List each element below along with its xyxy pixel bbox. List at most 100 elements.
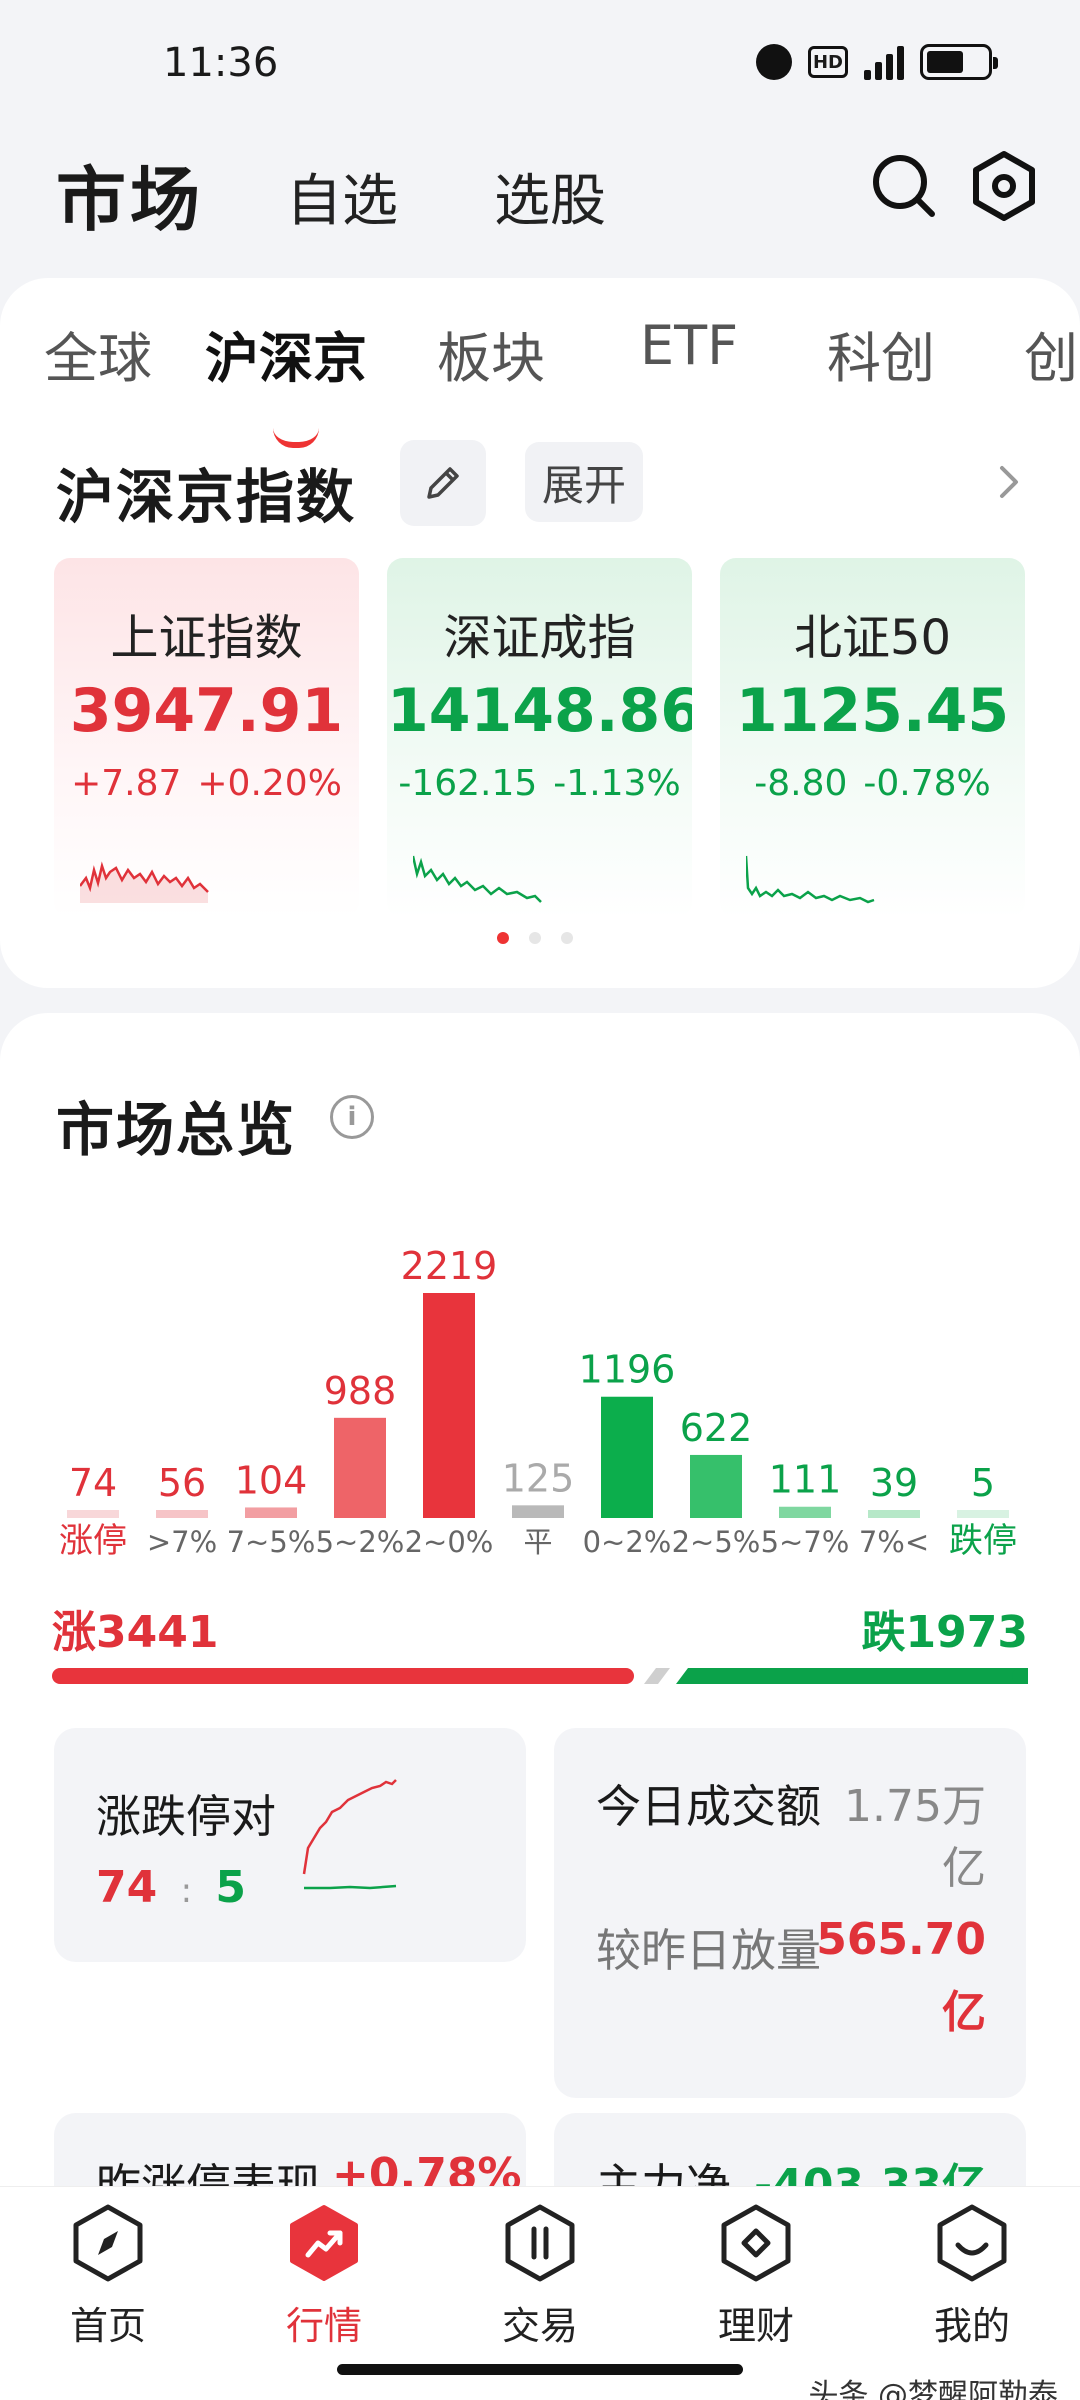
nav-label: 我的 [933,2304,1010,2348]
expand-button[interactable]: 展开 [525,442,643,522]
distribution-bar [868,1510,920,1518]
home-compass-icon [73,2204,143,2282]
index-name: 深证成指 [443,610,636,666]
bar-category-label: >7% [147,1525,217,1559]
nav-trade[interactable]: 交易 [470,2203,610,2350]
alarm-icon [756,44,792,80]
index-change-points: -8.80 [754,763,848,804]
carousel-dot[interactable] [561,932,573,944]
distribution-bar [957,1510,1009,1518]
distribution-bar [601,1396,653,1518]
limit-separator: : [180,1871,193,1911]
index-change: -162.15 -1.13% [387,763,692,804]
status-icons: HD [756,44,998,80]
bar-category-label: 7~5% [227,1525,316,1559]
index-card-shanghai[interactable]: 上证指数 3947.91 +7.87 +0.20% [54,558,359,918]
index-card-bse50[interactable]: 北证50 1125.45 -8.80 -0.78% [720,558,1025,918]
carousel-dot[interactable] [497,932,509,944]
nav-market[interactable]: 行情 [254,2203,394,2350]
bar-category-label: 2~5% [672,1525,761,1559]
bar-category-label: 涨停 [59,1521,127,1561]
index-sparkline [413,855,542,903]
bar-value-label: 39 [870,1461,918,1505]
market-subtabs: 全球 沪深京 板块 ETF 科创 创 [0,314,1080,448]
distribution-bar [779,1506,831,1518]
distribution-bar [690,1454,742,1518]
turnover-tile[interactable]: 今日成交额 1.75万 亿 较昨日放量 565.70 亿 [554,1728,1026,2098]
subtab-star-market[interactable]: 科创 [827,314,935,393]
rise-count-label: 涨3441 [52,1607,219,1658]
subtab-sectors[interactable]: 板块 [437,314,545,393]
bar-value-label: 111 [769,1458,842,1502]
tile-subtitle: 较昨日放量 [596,1924,822,1977]
rise-fall-ratio-bar [52,1668,1028,1684]
index-change-points: -162.15 [398,763,538,804]
nav-profile[interactable]: 我的 [902,2203,1042,2350]
subtab-hushenjing[interactable]: 沪深京 [205,314,367,393]
hd-icon: HD [808,46,848,78]
volume-change-value: 565.70 [816,1914,986,1965]
index-change: +7.87 +0.20% [54,763,359,804]
bar-value-label: 5 [971,1461,995,1505]
limit-up-count: 74 [96,1862,158,1913]
index-name: 上证指数 [110,610,303,666]
distribution-bar [67,1510,119,1518]
index-value: 3947.91 [69,676,344,746]
nav-wealth[interactable]: 理财 [686,2203,826,2350]
bar-category-label: 2~0% [405,1525,494,1559]
bar-value-label: 988 [324,1369,397,1413]
limit-down-count: 5 [215,1862,246,1913]
tile-title: 涨跌停对 [96,1790,277,1843]
settings-icon[interactable] [968,150,1040,222]
bar-value-label: 74 [69,1461,117,1505]
carousel-dot[interactable] [529,932,541,944]
page-title: 市场 [56,159,204,241]
watermark: 头条 @梦醒阿勒泰 [808,2378,1058,2400]
index-change: -8.80 -0.78% [720,763,1025,804]
index-change-percent: -1.13% [553,763,681,804]
index-sparkline [746,855,875,904]
limit-trend-mini-chart [302,1779,397,1890]
bar-category-label: 5~7% [761,1525,850,1559]
edit-indices-button[interactable] [400,440,486,526]
index-change-points: +7.87 [71,763,182,804]
index-change-percent: -0.78% [863,763,991,804]
home-indicator[interactable] [337,2364,743,2375]
indices-section-title: 沪深京指数 [56,463,357,531]
search-icon[interactable] [868,150,940,222]
limit-ratio: 74 : 5 [96,1862,246,1913]
carousel-dots [497,932,573,944]
bar-category-label: 0~2% [583,1525,672,1559]
distribution-bar [423,1293,475,1518]
bar-category-label: 5~2% [316,1525,405,1559]
index-name: 北证50 [793,610,952,666]
wealth-icon [721,2204,791,2282]
nav-home[interactable]: 首页 [38,2203,178,2350]
index-sparkline [80,861,209,903]
subtab-chinext[interactable]: 创 [1024,314,1078,393]
bar-value-label: 2219 [401,1244,498,1288]
bar-value-label: 56 [158,1461,206,1505]
indices-card: 全球 沪深京 板块 ETF 科创 创 沪深京指数 展开 上证指数 3947.91… [0,278,1080,988]
chevron-right-icon[interactable] [996,460,1024,504]
turnover-value: 1.75万 [844,1781,986,1832]
subtab-etf[interactable]: ETF [640,314,738,377]
active-tab-indicator [273,428,319,448]
distribution-bar [512,1505,564,1518]
index-card-shenzhen[interactable]: 深证成指 14148.86 -162.15 -1.13% [387,558,692,918]
bar-value-label: 125 [502,1456,575,1500]
subtab-global[interactable]: 全球 [44,314,152,393]
tab-watchlist[interactable]: 自选 [286,156,398,237]
distribution-bar [245,1507,297,1518]
index-value: 1125.45 [735,676,1010,746]
nav-label: 理财 [717,2304,794,2348]
pencil-icon [427,467,459,499]
app-header: 市场 自选 选股 [0,130,1080,250]
market-trend-icon [290,2205,358,2281]
tab-stock-picker[interactable]: 选股 [494,156,606,237]
bar-category-label: 跌停 [949,1521,1017,1561]
status-bar: 11:36 HD [0,0,1080,120]
index-change-percent: +0.20% [197,763,342,804]
limit-up-down-tile[interactable]: 涨跌停对 74 : 5 [54,1728,526,1962]
bar-value-label: 622 [680,1406,753,1450]
